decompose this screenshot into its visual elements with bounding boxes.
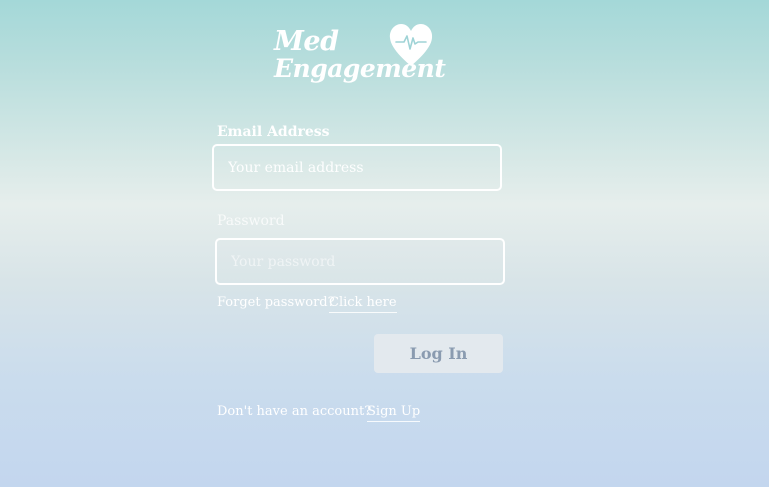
brand-logo: Med Engagement (270, 22, 446, 102)
signup-link[interactable]: Sign Up (367, 404, 421, 422)
logo-text-line1: Med (274, 26, 339, 57)
forgot-password-link[interactable]: Click here (329, 295, 397, 313)
login-button[interactable]: Log In (374, 334, 503, 373)
password-input[interactable] (215, 238, 505, 285)
heart-pulse-icon (389, 24, 433, 66)
forgot-password-text: Forget password? (217, 295, 335, 310)
email-input[interactable] (212, 144, 502, 191)
signup-prompt-text: Don't have an account? (217, 404, 372, 419)
password-label: Password (217, 213, 285, 229)
email-label: Email Address (217, 124, 330, 140)
